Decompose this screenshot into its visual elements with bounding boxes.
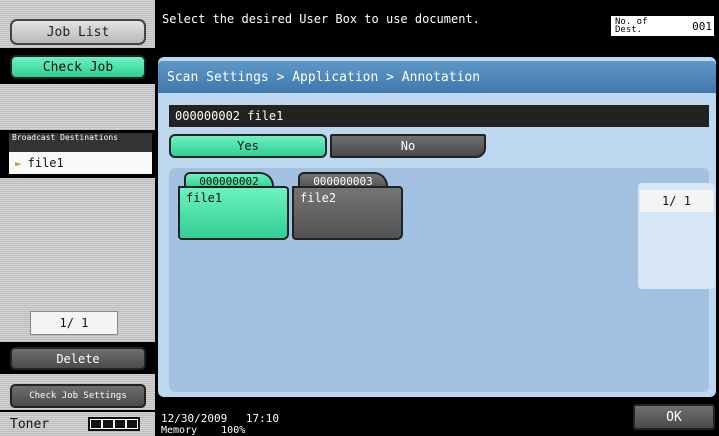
status-datetime: 12/30/2009 17:10 — [161, 412, 279, 425]
broadcast-destinations-heading: Broadcast Destinations — [9, 133, 152, 152]
folder-icon: ► — [15, 156, 22, 170]
folder-name: file1 — [178, 186, 289, 240]
status-memory: Memory 100% — [161, 425, 245, 436]
list-pager: 1/ 1 — [638, 183, 715, 289]
memory-label: Memory — [161, 425, 198, 436]
selected-document-bar: 000000002 file1 — [169, 105, 709, 127]
delete-button[interactable]: Delete — [10, 347, 146, 370]
status-date: 12/30/2009 — [161, 412, 228, 425]
toner-label: Toner — [10, 417, 50, 432]
toner-level-indicator — [88, 417, 140, 431]
user-box-folder[interactable]: 000000003 file2 — [292, 172, 403, 240]
memory-value: 100% — [221, 425, 246, 436]
sidebar-page-indicator: 1/ 1 — [30, 311, 118, 335]
job-list-button[interactable]: Job List — [10, 19, 146, 45]
destination-count-box: No. of Dest. 001 — [611, 16, 714, 36]
yes-button[interactable]: Yes — [169, 134, 327, 158]
breadcrumb: Scan Settings > Application > Annotation — [158, 61, 716, 93]
broadcast-destination-item[interactable]: ► file1 — [9, 152, 152, 174]
status-time: 17:10 — [245, 412, 279, 425]
check-job-button[interactable]: Check Job — [10, 55, 146, 79]
ok-button[interactable]: OK — [633, 404, 715, 430]
list-page-indicator: 1/ 1 — [640, 190, 713, 212]
no-button[interactable]: No — [330, 134, 486, 158]
main-area: Select the desired User Box to use docum… — [155, 0, 719, 436]
dest-count-value: 001 — [692, 19, 712, 33]
instruction-message: Select the desired User Box to use docum… — [162, 12, 480, 26]
dest-count-label: No. of Dest. — [615, 17, 648, 35]
sidebar: Job List Check Job Broadcast Destination… — [0, 0, 155, 436]
sidebar-upper-hatch — [0, 84, 155, 130]
folder-name: file2 — [292, 186, 403, 240]
user-box-folder[interactable]: 000000002 file1 — [178, 172, 289, 240]
check-job-settings-button[interactable]: Check Job Settings — [10, 384, 146, 408]
broadcast-item-label: file1 — [27, 156, 64, 170]
sidebar-list-hatch — [0, 178, 155, 302]
broadcast-heading-text: Broadcast Destinations — [12, 133, 118, 142]
